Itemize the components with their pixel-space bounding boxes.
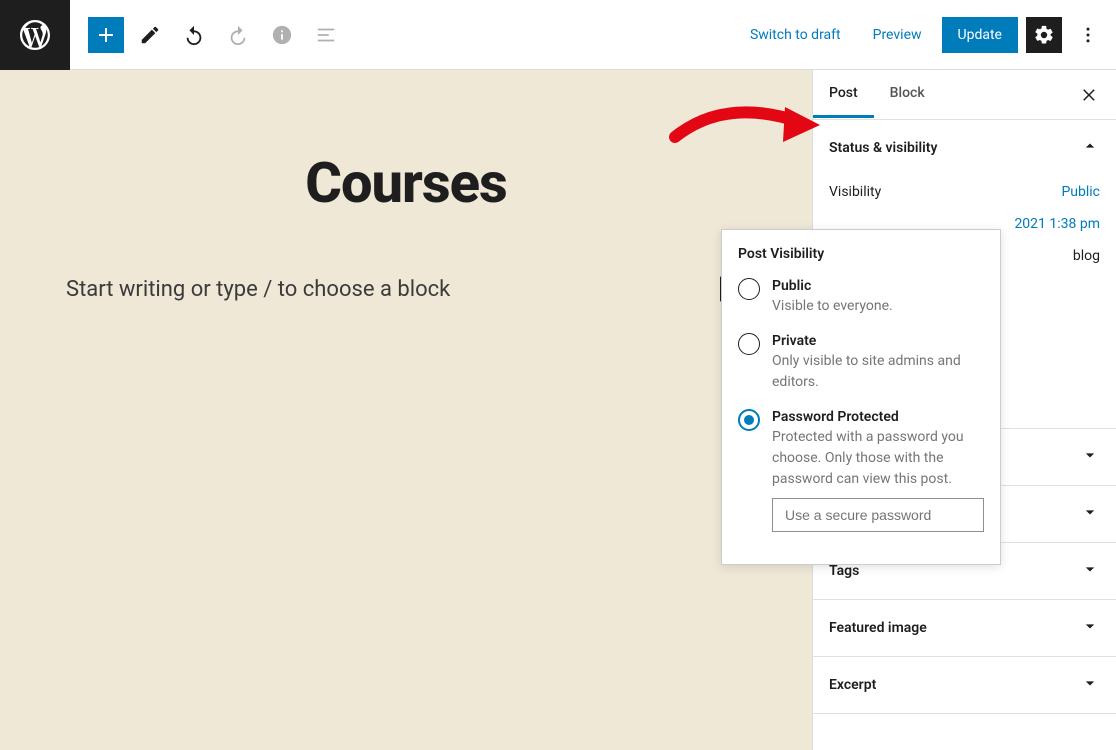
radio-icon <box>738 278 760 300</box>
post-title[interactable]: Courses <box>305 150 506 216</box>
pencil-icon <box>139 24 161 46</box>
visibility-option-password[interactable]: Password Protected Protected with a pass… <box>738 409 984 532</box>
settings-button[interactable] <box>1026 17 1062 53</box>
tab-block[interactable]: Block <box>874 71 941 118</box>
popover-title: Post Visibility <box>738 246 984 262</box>
visibility-row: Visibility Public <box>829 176 1100 208</box>
toolbar-right: Switch to draft Preview Update <box>738 17 1116 53</box>
option-desc: Only visible to site admins and editors. <box>772 351 984 393</box>
redo-icon <box>227 24 249 46</box>
toolbar-left <box>70 17 344 53</box>
switch-to-draft-link[interactable]: Switch to draft <box>738 19 853 51</box>
visibility-value[interactable]: Public <box>1061 184 1100 200</box>
visibility-popover: Post Visibility Public Visible to everyo… <box>721 229 1001 565</box>
panel-excerpt-header[interactable]: Excerpt <box>813 657 1116 713</box>
password-input[interactable] <box>772 498 984 532</box>
list-icon <box>315 24 337 46</box>
info-button[interactable] <box>264 17 300 53</box>
wordpress-icon <box>17 17 53 53</box>
edit-mode-button[interactable] <box>132 17 168 53</box>
option-label: Public <box>772 278 893 294</box>
panel-featured-image-header[interactable]: Featured image <box>813 600 1116 656</box>
outline-button[interactable] <box>308 17 344 53</box>
visibility-option-public[interactable]: Public Visible to everyone. <box>738 278 984 317</box>
tab-post[interactable]: Post <box>813 71 874 118</box>
radio-icon <box>738 409 760 431</box>
panel-featured-image: Featured image <box>813 600 1116 657</box>
editor-canvas[interactable]: Courses Start writing or type / to choos… <box>0 70 812 750</box>
chevron-up-icon <box>1080 136 1100 160</box>
visibility-label: Visibility <box>829 184 1061 200</box>
chevron-down-icon <box>1080 445 1100 469</box>
chevron-down-icon <box>1080 616 1100 640</box>
close-sidebar-button[interactable] <box>1070 75 1110 115</box>
panel-title: Excerpt <box>829 677 876 693</box>
sidebar-tabs: Post Block <box>813 70 1116 120</box>
block-prompt-row: Start writing or type / to choose a bloc… <box>0 276 812 302</box>
undo-icon <box>183 24 205 46</box>
close-icon <box>1081 86 1099 104</box>
chevron-down-icon <box>1080 502 1100 526</box>
block-prompt[interactable]: Start writing or type / to choose a bloc… <box>66 277 720 302</box>
chevron-down-icon <box>1080 673 1100 697</box>
option-desc: Visible to everyone. <box>772 296 893 317</box>
redo-button[interactable] <box>220 17 256 53</box>
update-button[interactable]: Update <box>942 17 1018 53</box>
gear-icon <box>1033 24 1055 46</box>
wordpress-logo[interactable] <box>0 0 70 70</box>
option-desc: Protected with a password you choose. On… <box>772 427 984 490</box>
option-label: Private <box>772 333 984 349</box>
chevron-down-icon <box>1080 559 1100 583</box>
panel-status-visibility-header[interactable]: Status & visibility <box>813 120 1116 176</box>
panel-title: Featured image <box>829 620 927 636</box>
more-menu-button[interactable] <box>1070 17 1106 53</box>
info-icon <box>271 24 293 46</box>
radio-icon <box>738 333 760 355</box>
dots-vertical-icon <box>1078 25 1098 45</box>
plus-icon <box>94 23 118 47</box>
top-toolbar: Switch to draft Preview Update <box>0 0 1116 70</box>
add-block-button[interactable] <box>88 17 124 53</box>
undo-button[interactable] <box>176 17 212 53</box>
preview-link[interactable]: Preview <box>861 19 934 51</box>
panel-excerpt: Excerpt <box>813 657 1116 714</box>
panel-title: Tags <box>829 563 859 579</box>
publish-value[interactable]: 2021 1:38 pm <box>1014 216 1100 232</box>
visibility-option-private[interactable]: Private Only visible to site admins and … <box>738 333 984 393</box>
panel-title: Status & visibility <box>829 140 937 156</box>
option-label: Password Protected <box>772 409 984 425</box>
template-value: blog <box>1073 248 1100 264</box>
